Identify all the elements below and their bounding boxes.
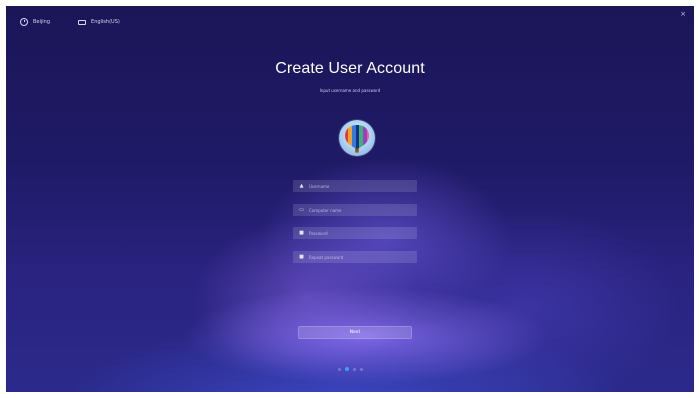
keyboard-layout-selector[interactable]: English(US) — [78, 19, 120, 25]
top-bar: Beijing English(US) — [20, 18, 148, 26]
computer-name-field[interactable]: ▭ — [293, 204, 417, 216]
repeat-password-input[interactable] — [309, 254, 409, 260]
avatar[interactable] — [339, 120, 375, 156]
user-icon: ▲ — [299, 183, 304, 189]
keyboard-label: English(US) — [91, 19, 120, 25]
computer-name-input[interactable] — [309, 207, 409, 213]
step-dot-3 — [352, 367, 356, 371]
repeat-password-field[interactable]: ■ — [293, 251, 417, 263]
timezone-selector[interactable]: Beijing — [20, 18, 50, 26]
step-dot-2 — [344, 367, 349, 371]
password-field[interactable]: ■ — [293, 227, 417, 239]
password-input[interactable] — [309, 230, 409, 236]
keyboard-icon — [78, 19, 87, 25]
computer-icon: ▭ — [299, 207, 304, 213]
lock-icon: ■ — [299, 230, 304, 236]
lock-icon: ■ — [299, 254, 304, 260]
close-icon: × — [680, 10, 686, 18]
username-field[interactable]: ▲ — [293, 180, 417, 192]
username-input[interactable] — [309, 183, 409, 189]
step-dot-4 — [359, 367, 363, 371]
step-dot-1 — [337, 367, 341, 371]
step-pagination — [6, 367, 694, 371]
next-button[interactable]: Next — [298, 326, 412, 339]
page-title: Create User Account — [275, 60, 425, 77]
hot-air-balloon-icon — [345, 125, 369, 153]
timezone-label: Beijing — [33, 19, 51, 25]
close-button[interactable]: × — [680, 10, 686, 18]
installer-window: Beijing English(US) × Create User Accoun… — [6, 6, 694, 392]
clock-icon — [20, 18, 28, 26]
page-subtitle: Input username and password — [319, 88, 381, 93]
